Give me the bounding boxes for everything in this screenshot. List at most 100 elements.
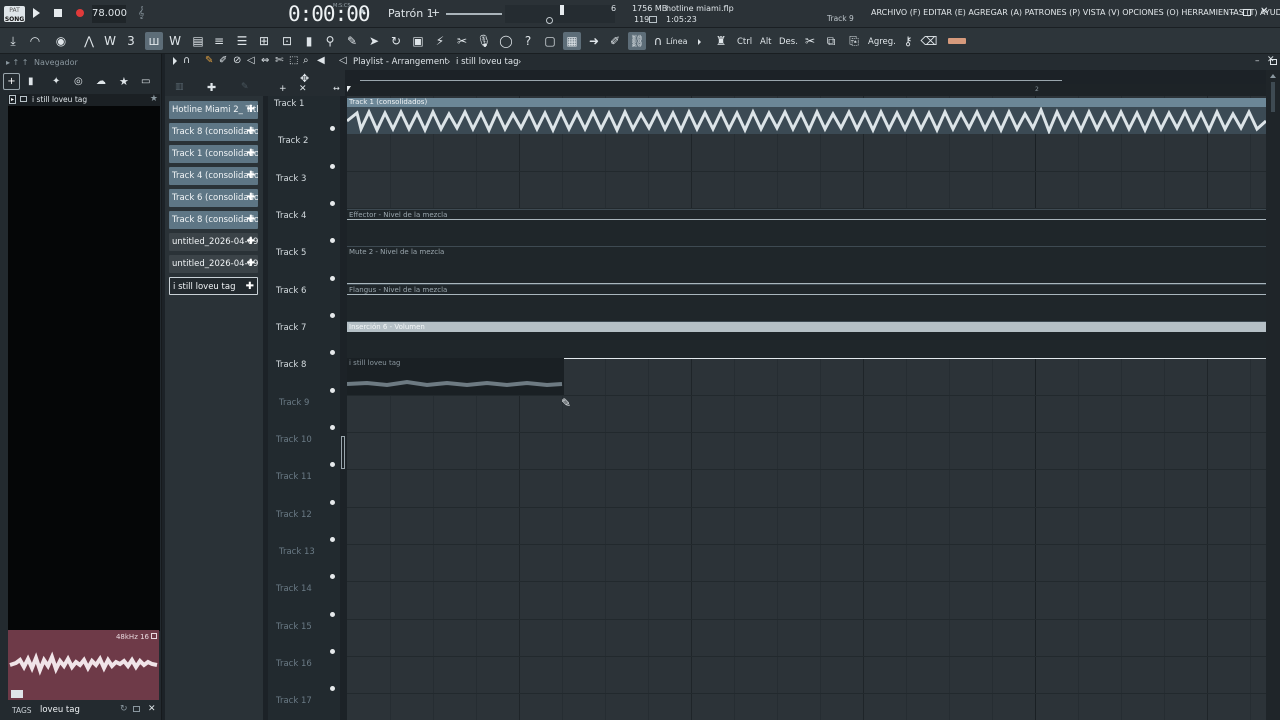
song-time[interactable]: 0:00:00 bbox=[288, 2, 371, 26]
playhead-marker-icon[interactable] bbox=[347, 86, 351, 92]
snap-dropdown-icon[interactable] bbox=[698, 39, 701, 45]
track-label[interactable]: Track 16 bbox=[276, 659, 312, 669]
close-icon[interactable]: ✕ bbox=[1260, 6, 1268, 17]
track-mute-led[interactable] bbox=[330, 537, 335, 542]
paint-tool-icon[interactable]: ✐ bbox=[219, 55, 227, 66]
track-add-icon[interactable]: + bbox=[279, 84, 287, 94]
plugin-tab-icon[interactable]: ✦ bbox=[52, 76, 60, 87]
menu-file[interactable]: ARCHIVO (F) bbox=[871, 8, 921, 17]
tags-value[interactable]: loveu tag bbox=[40, 705, 80, 715]
add-key[interactable]: Agreg. bbox=[868, 37, 896, 47]
ctrl-key[interactable]: Ctrl bbox=[737, 37, 752, 47]
track-resize-icon[interactable]: ✥ bbox=[300, 72, 309, 85]
track-mute-led[interactable] bbox=[330, 164, 335, 169]
song-mode-toggle[interactable]: PAT SONG bbox=[4, 6, 25, 23]
track-label[interactable]: Track 14 bbox=[276, 584, 312, 594]
restore-icon[interactable] bbox=[1243, 9, 1251, 16]
scroll-up-icon[interactable] bbox=[1270, 74, 1276, 78]
globe-tab-icon[interactable]: ◎ bbox=[74, 76, 83, 87]
delete-icon[interactable]: ⌫ bbox=[920, 32, 938, 50]
zoom-tool-icon[interactable]: ⌕ bbox=[303, 55, 309, 66]
track-mute-led[interactable] bbox=[330, 574, 335, 579]
copy-icon[interactable]: ⧉ bbox=[822, 32, 840, 50]
track-label[interactable]: Track 15 bbox=[276, 622, 312, 632]
folder-tab-icon[interactable]: ▭ bbox=[141, 76, 150, 87]
track-mute-led[interactable] bbox=[330, 313, 335, 318]
select-tool-icon[interactable]: ⬚ bbox=[289, 55, 298, 66]
automation-clip[interactable]: Flangus - Nivel de la mezcla bbox=[347, 284, 1266, 321]
track-mute-led[interactable] bbox=[330, 126, 335, 131]
snap-mode-label[interactable]: Línea bbox=[666, 37, 688, 46]
clip-plus-icon[interactable]: ✚ bbox=[247, 167, 255, 185]
clip-source-item[interactable]: Track 4 (consolidados) ✚ bbox=[169, 167, 258, 185]
automation-clip[interactable]: Mute 2 - Nivel de la mezcla bbox=[347, 246, 1266, 284]
wave-icon[interactable]: ⋀ bbox=[80, 32, 98, 50]
track-label[interactable]: Track 6 bbox=[276, 286, 306, 296]
track-mute-led[interactable] bbox=[330, 649, 335, 654]
save-icon[interactable]: ▣ bbox=[409, 32, 427, 50]
track-label[interactable]: Track 7 bbox=[276, 323, 306, 333]
clip-source-item[interactable]: Track 8 (consolidado.. ✚ bbox=[169, 211, 258, 229]
channel-rack-icon[interactable]: ⊞ bbox=[255, 32, 273, 50]
track-mute-led[interactable] bbox=[330, 350, 335, 355]
knob-icon[interactable]: ◉ bbox=[52, 32, 70, 50]
scissors-icon[interactable]: ✂ bbox=[801, 32, 819, 50]
playback-tool-icon[interactable]: ◀ bbox=[317, 55, 325, 66]
minimize-icon[interactable]: – bbox=[1230, 8, 1235, 18]
cut-icon[interactable]: ✂ bbox=[453, 32, 471, 50]
piano-roll-icon[interactable]: ≡ bbox=[210, 32, 228, 50]
track-remove-icon[interactable]: ✕ bbox=[299, 84, 307, 94]
fish-icon[interactable]: ➤ bbox=[365, 32, 383, 50]
clip-plus-icon[interactable]: ✚ bbox=[247, 123, 255, 141]
track-label[interactable]: Track 8 bbox=[276, 360, 306, 370]
browser-arrow-icon[interactable]: ▸ ↑ ↑ bbox=[6, 58, 29, 67]
vertical-scrollbar[interactable] bbox=[1266, 70, 1280, 720]
track-label[interactable]: Track 13 bbox=[279, 547, 315, 557]
scroll-thumb[interactable] bbox=[1271, 82, 1275, 112]
metronome-icon[interactable]: 𝄞 bbox=[138, 6, 145, 20]
timeline-ruler[interactable]: 2 bbox=[347, 84, 1266, 96]
track-mute-led[interactable] bbox=[330, 276, 335, 281]
pin-icon[interactable]: ⚲ bbox=[321, 32, 339, 50]
clip-source-item[interactable]: Track 8 (consolidados) ✚ bbox=[169, 123, 258, 141]
menu-patterns[interactable]: PATRONES (P) bbox=[1025, 8, 1081, 17]
pattern-arrow-icon[interactable] bbox=[361, 8, 365, 14]
browser-all-tab[interactable]: + bbox=[3, 73, 20, 90]
knife-icon[interactable]: ⚷ bbox=[899, 32, 917, 50]
favorite-star-icon[interactable]: ★ bbox=[150, 94, 158, 104]
plugin-icon[interactable]: ⊡ bbox=[278, 32, 296, 50]
clip-plus-icon[interactable]: ✚ bbox=[247, 189, 255, 207]
menu-view[interactable]: VISTA (V) bbox=[1083, 8, 1120, 17]
magnet-tool-icon[interactable]: ∩ bbox=[183, 55, 190, 66]
menu-edit[interactable]: EDITAR (E) bbox=[923, 8, 966, 17]
playlist-icon[interactable]: ☰ bbox=[233, 32, 251, 50]
horizontal-scrollbar[interactable] bbox=[360, 73, 1062, 81]
cloud-tab-icon[interactable]: ☁ bbox=[96, 76, 106, 87]
draw-tool-icon[interactable]: ✎ bbox=[205, 55, 213, 66]
track-label[interactable]: Track 17 bbox=[276, 696, 312, 706]
blend-icon[interactable]: W bbox=[166, 32, 184, 50]
speaker-icon[interactable]: ◁ bbox=[339, 55, 347, 66]
track-label[interactable]: Track 12 bbox=[276, 510, 312, 520]
tags-refresh-icon[interactable]: ↻ bbox=[120, 704, 128, 714]
automation-clip[interactable]: Inserción 6 - Volumen bbox=[347, 321, 1266, 359]
clip-source-item-selected[interactable]: i still loveu tag ✚ bbox=[169, 277, 258, 295]
brush-icon[interactable]: ✎ bbox=[343, 32, 361, 50]
pattern-view-icon[interactable]: ▦ bbox=[563, 32, 581, 50]
file-icon[interactable]: ▮ bbox=[300, 32, 318, 50]
link-icon[interactable]: ⛓ bbox=[628, 32, 646, 50]
tags-close-icon[interactable]: ✕ bbox=[148, 704, 156, 714]
expand-icon[interactable]: ▸ bbox=[9, 95, 16, 104]
cable-icon[interactable]: ⚡ bbox=[431, 32, 449, 50]
track-mute-led[interactable] bbox=[330, 238, 335, 243]
add-pattern-button[interactable]: + bbox=[431, 6, 440, 19]
typing-keyboard-icon[interactable]: W bbox=[101, 32, 119, 50]
mic-icon[interactable]: 🎙 bbox=[475, 32, 493, 50]
slice-tool-icon[interactable]: ✄ bbox=[275, 55, 283, 66]
track-label[interactable]: Track 1 bbox=[274, 99, 304, 109]
scroll-arrows-icon[interactable]: ↔ bbox=[333, 84, 340, 93]
master-volume-slider[interactable] bbox=[446, 13, 502, 15]
track-label[interactable]: Track 2 bbox=[278, 136, 308, 146]
clip-source-item[interactable]: untitled_2026-04-09 12-..✚ bbox=[169, 233, 258, 251]
magnet-icon[interactable]: ∩ bbox=[649, 32, 667, 50]
